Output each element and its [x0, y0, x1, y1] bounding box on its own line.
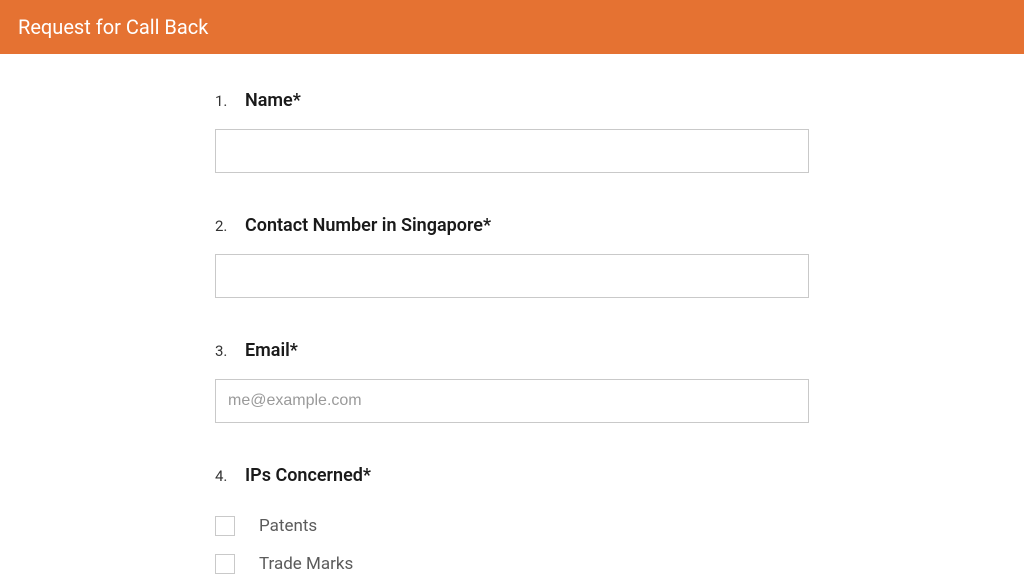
- checkbox-group: Patents Trade Marks Designs: [215, 510, 809, 574]
- form-column: 1. Name* 2. Contact Number in Singapore*…: [215, 90, 809, 574]
- question-header: 2. Contact Number in Singapore*: [215, 215, 809, 236]
- question-number: 1.: [215, 92, 245, 110]
- checkbox-trade-marks[interactable]: [215, 554, 235, 574]
- question-label: Contact Number in Singapore*: [245, 215, 491, 236]
- form-container: 1. Name* 2. Contact Number in Singapore*…: [0, 54, 1024, 574]
- question-label: IPs Concerned*: [245, 465, 371, 486]
- question-email: 3. Email*: [215, 340, 809, 423]
- question-number: 4.: [215, 467, 245, 485]
- question-number: 3.: [215, 342, 245, 360]
- page-header: Request for Call Back: [0, 0, 1024, 54]
- question-name: 1. Name*: [215, 90, 809, 173]
- contact-number-input[interactable]: [215, 254, 809, 298]
- question-header: 3. Email*: [215, 340, 809, 361]
- question-number: 2.: [215, 217, 245, 235]
- name-input[interactable]: [215, 129, 809, 173]
- checkbox-label: Trade Marks: [259, 554, 353, 574]
- checkbox-option-trade-marks: Trade Marks: [215, 554, 809, 574]
- page-title: Request for Call Back: [18, 15, 208, 39]
- email-input[interactable]: [215, 379, 809, 423]
- question-label: Email*: [245, 340, 298, 361]
- question-header: 1. Name*: [215, 90, 809, 111]
- question-contact-number: 2. Contact Number in Singapore*: [215, 215, 809, 298]
- question-header: 4. IPs Concerned*: [215, 465, 809, 486]
- question-ips-concerned: 4. IPs Concerned* Patents Trade Marks De…: [215, 465, 809, 574]
- checkbox-option-patents: Patents: [215, 516, 809, 536]
- checkbox-label: Patents: [259, 516, 317, 536]
- question-label: Name*: [245, 90, 301, 111]
- checkbox-patents[interactable]: [215, 516, 235, 536]
